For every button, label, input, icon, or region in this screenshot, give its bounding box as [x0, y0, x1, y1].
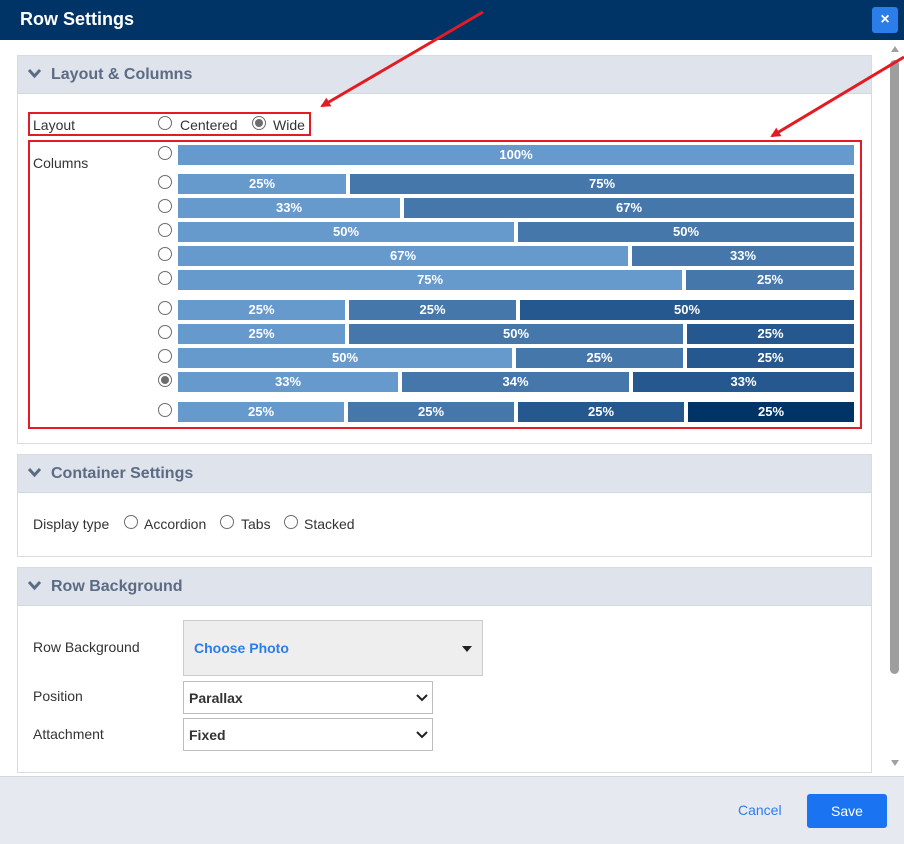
- caret-down-icon: [462, 646, 472, 652]
- position-value: Parallax: [189, 690, 243, 706]
- chevron-down-icon: [416, 694, 428, 702]
- section-title: Row Background: [51, 578, 183, 595]
- dialog-title: Row Settings: [20, 9, 135, 29]
- display-accordion-radio[interactable]: [124, 515, 138, 529]
- dialog-content: Layout & Columns Layout Centered Wide Co…: [0, 40, 886, 776]
- chevron-down-icon: [28, 68, 41, 79]
- attachment-select[interactable]: Fixed: [183, 718, 433, 751]
- chevron-down-icon: [28, 467, 41, 478]
- attachment-value: Fixed: [189, 727, 226, 743]
- section-header-layout-columns[interactable]: Layout & Columns: [18, 56, 871, 94]
- choose-photo-select[interactable]: Choose Photo: [183, 620, 483, 676]
- annotation-box-columns: [28, 140, 862, 429]
- dialog-titlebar: Row Settings ×: [0, 0, 904, 40]
- chevron-down-icon: [416, 731, 428, 739]
- section-header-row-background[interactable]: Row Background: [18, 568, 871, 606]
- save-button[interactable]: Save: [807, 794, 887, 828]
- scroll-down-icon[interactable]: [891, 760, 899, 766]
- close-icon: ×: [880, 11, 890, 28]
- scroll-up-icon[interactable]: [891, 46, 899, 52]
- section-header-container-settings[interactable]: Container Settings: [18, 455, 871, 493]
- cancel-button[interactable]: Cancel: [738, 802, 782, 818]
- display-tabs-label: Tabs: [241, 516, 271, 532]
- position-label: Position: [33, 688, 83, 704]
- attachment-label: Attachment: [33, 726, 104, 742]
- section-container-settings: Container Settings: [17, 454, 872, 557]
- dialog-footer: Cancel Save: [0, 776, 904, 844]
- choose-photo-text: Choose Photo: [194, 640, 289, 656]
- annotation-box-layout: [28, 112, 311, 136]
- section-title: Container Settings: [51, 465, 194, 482]
- display-accordion-label: Accordion: [144, 516, 207, 532]
- row-background-label: Row Background: [33, 639, 140, 655]
- display-stacked-radio[interactable]: [284, 515, 298, 529]
- chevron-down-icon: [28, 580, 41, 591]
- scrollbar-thumb[interactable]: [890, 60, 899, 674]
- display-stacked-label: Stacked: [304, 516, 355, 532]
- display-type-label: Display type: [33, 516, 110, 532]
- section-title: Layout & Columns: [51, 66, 193, 83]
- vertical-scrollbar[interactable]: [886, 40, 904, 776]
- display-tabs-radio[interactable]: [220, 515, 234, 529]
- position-select[interactable]: Parallax: [183, 681, 433, 714]
- close-button[interactable]: ×: [872, 7, 898, 33]
